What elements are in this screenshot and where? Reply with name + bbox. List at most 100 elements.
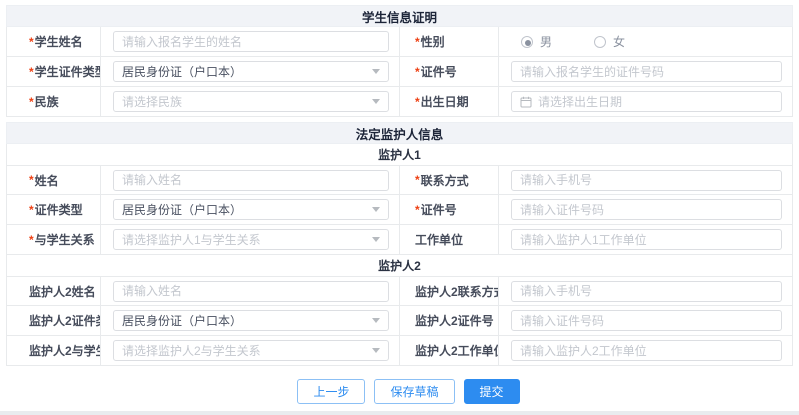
guardian1-work-input[interactable] (511, 229, 782, 250)
guardian1-contact-label: * 联系方式 (399, 166, 499, 194)
gender-radio-male[interactable]: 男 (521, 33, 552, 50)
chevron-down-icon (372, 99, 380, 104)
guardian1-name-label: * 姓名 (7, 166, 101, 194)
bottom-divider (0, 411, 799, 415)
guardian1-relation-label: * 与学生关系 (7, 225, 101, 254)
gender-label: * 性别 (399, 27, 499, 56)
form-container: 学生信息证明 * 学生姓名 * 性别 男 (0, 0, 799, 372)
form-row: * 姓名 * 联系方式 (6, 165, 793, 195)
required-asterisk: * (415, 173, 420, 187)
guardian1-contact-input[interactable] (511, 170, 782, 191)
guardian2-relation-field-cell: 请选择监护人2与学生关系 (101, 336, 399, 365)
guardian2-relation-select[interactable]: 请选择监护人2与学生关系 (113, 340, 389, 361)
required-asterisk: * (29, 173, 34, 187)
guardian2-work-label: 监护人2工作单位 (399, 336, 499, 365)
guardian2-work-field-cell (499, 336, 792, 365)
student-id-type-field-cell: 居民身份证（户口本） (101, 57, 399, 86)
guardian2-subheader: 监护人2 (6, 255, 793, 276)
chevron-down-icon (372, 237, 380, 242)
guardian1-id-no-label: * 证件号 (399, 195, 499, 224)
guardian2-id-no-field-cell (499, 306, 792, 335)
guardian1-name-input[interactable] (113, 170, 389, 191)
radio-label-male: 男 (540, 33, 552, 50)
guardian1-id-no-input[interactable] (511, 199, 782, 220)
guardian2-name-input[interactable] (113, 281, 389, 302)
student-name-field-cell (101, 27, 399, 56)
guardian1-work-label: 工作单位 (399, 225, 499, 254)
ethnicity-select[interactable]: 请选择民族 (113, 91, 389, 112)
chevron-down-icon (372, 318, 380, 323)
guardian1-relation-field-cell: 请选择监护人1与学生关系 (101, 225, 399, 254)
radio-unchecked-icon (594, 36, 606, 48)
required-asterisk: * (415, 95, 420, 109)
student-id-type-label: * 学生证件类型 (7, 57, 101, 86)
submit-button[interactable]: 提交 (464, 379, 520, 404)
student-id-no-label: * 证件号 (399, 57, 499, 86)
form-row: * 学生证件类型 居民身份证（户口本） * 证件号 (6, 57, 793, 87)
required-asterisk: * (29, 95, 34, 109)
section-header-guardian-info: 法定监护人信息 (6, 122, 793, 144)
required-asterisk: * (29, 35, 34, 49)
guardian2-id-no-input[interactable] (511, 310, 782, 331)
required-asterisk: * (29, 203, 34, 217)
guardian1-id-type-label: * 证件类型 (7, 195, 101, 224)
birth-date-field-cell: 请选择出生日期 (499, 87, 792, 116)
required-asterisk: * (29, 233, 34, 247)
guardian1-id-type-select[interactable]: 居民身份证（户口本） (113, 199, 389, 220)
form-row: * 与学生关系 请选择监护人1与学生关系 工作单位 (6, 225, 793, 255)
form-row: 监护人2姓名 监护人2联系方式 (6, 276, 793, 306)
required-asterisk: * (415, 65, 420, 79)
gender-radio-group: 男 女 (511, 33, 625, 50)
guardian2-name-label: 监护人2姓名 (7, 277, 101, 305)
required-asterisk: * (415, 203, 420, 217)
required-asterisk: * (29, 65, 34, 79)
form-row: * 民族 请选择民族 * 出生日期 (6, 87, 793, 117)
save-draft-button[interactable]: 保存草稿 (374, 379, 454, 404)
guardian2-id-type-label: 监护人2证件类型 (7, 306, 101, 335)
student-id-type-select[interactable]: 居民身份证（户口本） (113, 61, 389, 82)
student-name-input[interactable] (113, 31, 389, 52)
guardian2-id-type-select[interactable]: 居民身份证（户口本） (113, 310, 389, 331)
section-title: 法定监护人信息 (356, 124, 444, 143)
guardian1-id-type-field-cell: 居民身份证（户口本） (101, 195, 399, 224)
gender-radio-female[interactable]: 女 (594, 33, 625, 50)
guardian2-id-no-label: 监护人2证件号 (399, 306, 499, 335)
guardian2-id-type-field-cell: 居民身份证（户口本） (101, 306, 399, 335)
guardian1-subheader: 监护人1 (6, 144, 793, 165)
birth-date-picker[interactable]: 请选择出生日期 (511, 91, 782, 112)
guardian2-work-input[interactable] (511, 340, 782, 361)
student-name-label: * 学生姓名 (7, 27, 101, 56)
guardian1-name-field-cell (101, 166, 399, 194)
ethnicity-field-cell: 请选择民族 (101, 87, 399, 116)
form-row: * 证件类型 居民身份证（户口本） * 证件号 (6, 195, 793, 225)
calendar-icon (520, 96, 532, 108)
section-header-student-info: 学生信息证明 (6, 5, 793, 27)
chevron-down-icon (372, 207, 380, 212)
chevron-down-icon (372, 348, 380, 353)
guardian2-relation-label: 监护人2与学生关系 (7, 336, 101, 365)
required-asterisk: * (415, 35, 420, 49)
guardian1-id-no-field-cell (499, 195, 792, 224)
form-row: * 学生姓名 * 性别 男 女 (6, 27, 793, 57)
previous-step-button[interactable]: 上一步 (297, 379, 365, 404)
radio-checked-icon (521, 36, 533, 48)
form-footer: 上一步 保存草稿 提交 (0, 372, 799, 411)
section-title: 学生信息证明 (362, 7, 437, 26)
guardian1-work-field-cell (499, 225, 792, 254)
form-row: 监护人2证件类型 居民身份证（户口本） 监护人2证件号 (6, 306, 793, 336)
guardian1-relation-select[interactable]: 请选择监护人1与学生关系 (113, 229, 389, 250)
birth-date-label: * 出生日期 (399, 87, 499, 116)
student-id-no-input[interactable] (511, 61, 782, 82)
ethnicity-label: * 民族 (7, 87, 101, 116)
guardian2-contact-label: 监护人2联系方式 (399, 277, 499, 305)
student-id-no-field-cell (499, 57, 792, 86)
gender-field-cell: 男 女 (499, 27, 792, 56)
guardian2-contact-field-cell (499, 277, 792, 305)
form-row: 监护人2与学生关系 请选择监护人2与学生关系 监护人2工作单位 (6, 336, 793, 366)
chevron-down-icon (372, 69, 380, 74)
guardian2-name-field-cell (101, 277, 399, 305)
guardian2-contact-input[interactable] (511, 281, 782, 302)
student-registration-form-page: 学生信息证明 * 学生姓名 * 性别 男 (0, 0, 799, 415)
guardian1-contact-field-cell (499, 166, 792, 194)
radio-label-female: 女 (613, 33, 625, 50)
